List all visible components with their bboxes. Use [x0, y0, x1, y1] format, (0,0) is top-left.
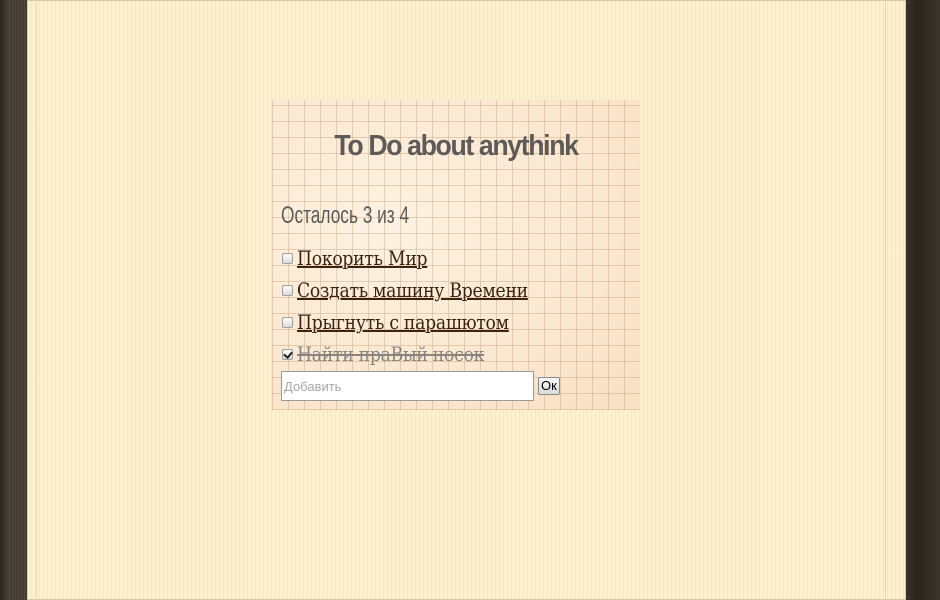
todo-item: Найти праВый носок	[282, 338, 565, 370]
add-todo-form: Ок	[281, 371, 560, 401]
todo-card: To Do about anythink Осталось 3 из 4 Пок…	[272, 100, 640, 410]
todo-label[interactable]: Прыгнуть с парашютом	[297, 310, 509, 334]
todo-label[interactable]: Покорить Мир	[297, 246, 428, 270]
todo-item: Прыгнуть с парашютом	[282, 306, 565, 338]
todo-checkbox[interactable]	[282, 348, 293, 360]
todo-item: Покорить Мир	[282, 242, 565, 274]
frame-right-edge	[906, 0, 940, 600]
frame-left-edge	[0, 0, 8, 600]
page-title: To Do about anythink	[334, 130, 579, 162]
todo-item: Создать машину Времени	[282, 274, 565, 306]
add-todo-button[interactable]: Ок	[538, 377, 560, 395]
todo-label[interactable]: Найти праВый носок	[297, 342, 484, 366]
remaining-counter: Осталось 3 из 4	[281, 202, 410, 229]
todo-checkbox[interactable]	[282, 252, 293, 264]
todo-checkbox[interactable]	[282, 284, 293, 296]
add-todo-input[interactable]	[281, 371, 534, 401]
todo-list: Покорить Мир Создать машину Времени Прыг…	[282, 242, 565, 370]
todo-label[interactable]: Создать машину Времени	[297, 278, 528, 302]
todo-checkbox[interactable]	[282, 316, 293, 328]
